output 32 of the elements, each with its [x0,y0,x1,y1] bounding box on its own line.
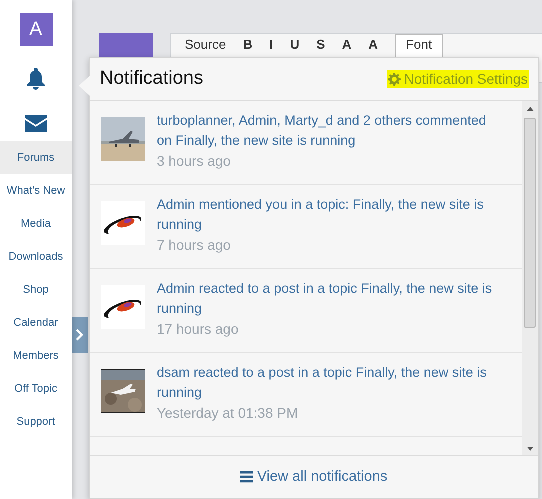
swoosh-logo-icon [101,285,145,329]
nav-item[interactable]: Forums [0,141,72,174]
settings-icon [388,72,402,86]
toolbar-button[interactable]: Font [395,34,444,58]
user-avatar[interactable]: A [20,13,52,46]
swoosh-logo-icon [101,201,145,245]
nav-item[interactable]: Members [0,339,72,372]
envelope-icon[interactable] [25,115,47,132]
nav-item[interactable]: Calendar [0,306,72,339]
notification-time: 7 hours ago [157,236,232,255]
nav-item[interactable]: Media [0,207,72,240]
nav-item[interactable]: Off Topic [0,372,72,405]
notification-time: 3 hours ago [157,152,232,171]
notification-text[interactable]: dsam reacted to a post in a topic Finally, the new site is running [157,363,502,403]
scroll-up-icon[interactable] [526,107,534,111]
list-icon [240,471,254,483]
nav-item[interactable]: What's New [0,174,72,207]
sidebar-toggle[interactable] [72,317,88,353]
notification-time: 17 hours ago [157,320,240,339]
scrollbar[interactable] [522,101,538,455]
notification-text[interactable]: Admin reacted to a post in a topic Finally, the new site is running [157,279,502,319]
notification-text[interactable]: Admin mentioned you in a topic: Finally, the new site is running [157,195,502,235]
notification-text[interactable]: turboplanner, Admin, Marty_d and 2 others commented on Finally, the new site is running [157,111,502,151]
popup-title: Notifications [100,68,204,90]
view-all-link[interactable]: View all notifications [240,469,388,485]
nav-item[interactable]: Shop [0,273,72,306]
nav-item[interactable]: Support [0,405,72,438]
bell-icon[interactable] [26,68,46,90]
scroll-down-icon[interactable] [526,447,534,451]
chevron-right-icon [76,329,84,341]
nav-item[interactable]: Downloads [0,240,72,273]
notification-time: Yesterday at 01:38 PM [157,404,300,423]
